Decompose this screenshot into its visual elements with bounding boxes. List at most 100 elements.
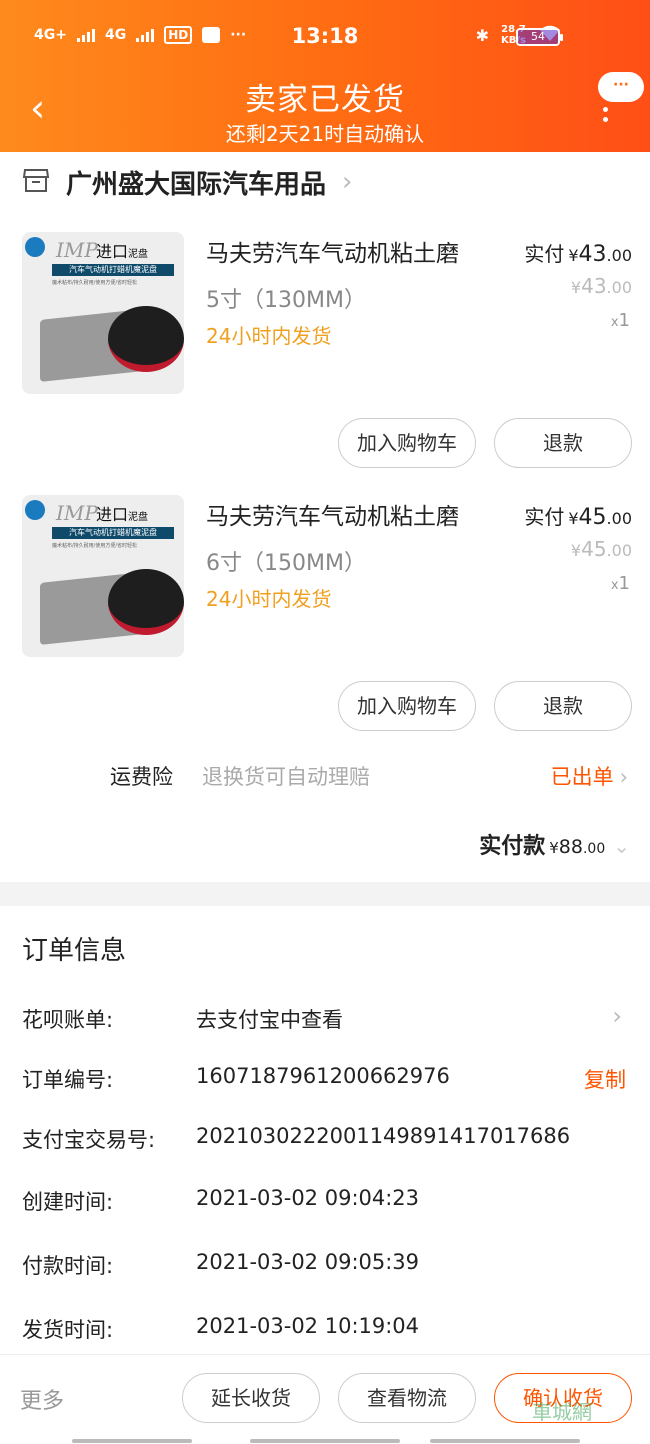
qty-value: 1 (618, 310, 630, 331)
nav-gesture-bar (250, 1439, 400, 1443)
copy-button[interactable]: 复制 (584, 1064, 626, 1094)
add-to-cart-button[interactable]: 加入购物车 (338, 681, 476, 731)
original-price: ¥43.00 (571, 274, 632, 298)
row-label: 支付宝交易号: (22, 1128, 156, 1152)
shop-name: 广州盛大国际汽车用品 (66, 169, 327, 200)
huabei-bill-row[interactable]: 花呗账单: 去支付宝中查看 › (22, 1002, 630, 1044)
qty-x: x (610, 315, 619, 330)
quantity: x1 (611, 573, 630, 594)
view-logistics-button[interactable]: 查看物流 (338, 1373, 476, 1423)
thumb-fine: 魔术粘布/持久耐用/使用方便/省时轻松 (52, 280, 138, 286)
order-item[interactable]: IMP 进口泥盘 汽车气动机打蜡机魔泥盘 魔术粘布/持久耐用/使用方便/省时轻松… (0, 495, 650, 755)
header: 4G+ 4G HD ··· 13:18 ✱ 28.7 KB/s 54 ‹ 卖家已… (0, 0, 650, 152)
thumb-imp: IMP (56, 501, 98, 525)
shop-header[interactable]: 广州盛大国际汽车用品 › (22, 162, 352, 202)
qty-x: x (610, 578, 619, 593)
thumb-import-text: 进口 (96, 505, 129, 524)
qty-value: 1 (618, 573, 630, 594)
watermark: 車城網 (532, 1400, 592, 1424)
insurance-desc: 退换货可自动理赔 (202, 765, 370, 789)
vertical-dots-icon[interactable] (603, 104, 611, 128)
row-label: 订单编号: (22, 1068, 114, 1092)
orig-int: 45 (581, 537, 607, 561)
shipping-insurance-row[interactable]: 运费险 退换货可自动理赔 已出单 › (0, 757, 650, 797)
paid-price: 实付 ¥45.00 (524, 501, 632, 530)
orig-dec: .00 (606, 541, 632, 560)
refund-button[interactable]: 退款 (494, 681, 632, 731)
created-time-row: 创建时间: 2021-03-02 09:04:23 (22, 1186, 630, 1226)
paid-label: 实付 (524, 505, 565, 529)
thumb-import-text: 进口 (96, 242, 129, 261)
insurance-status: 已出单 › (551, 761, 628, 791)
paid-int: 45 (578, 505, 607, 530)
status-bar: 4G+ 4G HD ··· 13:18 ✱ 28.7 KB/s 54 (0, 0, 650, 76)
thumb-imp: IMP (56, 238, 98, 262)
row-label: 创建时间: (22, 1190, 114, 1214)
brand-logo-icon (25, 237, 45, 257)
thumb-band: 汽车气动机打蜡机魔泥盘 (52, 264, 174, 276)
nav-gesture-bar (72, 1439, 192, 1443)
paid-int: 43 (578, 242, 607, 267)
currency: ¥ (568, 509, 579, 528)
product-thumbnail[interactable]: IMP 进口泥盘 汽车气动机打蜡机魔泥盘 魔术粘布/持久耐用/使用方便/省时轻松 (22, 232, 184, 394)
more-actions-button[interactable]: 更多 (20, 1383, 64, 1415)
currency: ¥ (549, 839, 559, 857)
order-item[interactable]: IMP 进口泥盘 汽车气动机打蜡机魔泥盘 魔术粘布/持久耐用/使用方便/省时轻松… (0, 232, 650, 492)
row-label: 发货时间: (22, 1318, 114, 1342)
shipping-promise: 24小时内发货 (206, 587, 332, 611)
order-number-row: 订单编号: 1607187961200662976 复制 (22, 1064, 630, 1104)
product-name[interactable]: 马夫劳汽车气动机粘土磨 (206, 497, 459, 531)
order-card: 广州盛大国际汽车用品 › IMP 进口泥盘 汽车气动机打蜡机魔泥盘 魔术粘布/持… (0, 152, 650, 882)
thumb-import-sub: 泥盘 (128, 512, 149, 523)
battery-level: 54 (531, 30, 545, 43)
paid-time-row: 付款时间: 2021-03-02 09:05:39 (22, 1250, 630, 1290)
currency: ¥ (570, 278, 582, 297)
chevron-right-icon: › (619, 765, 628, 789)
currency: ¥ (568, 246, 579, 265)
currency: ¥ (570, 541, 582, 560)
chevron-right-icon: › (342, 167, 353, 197)
total-dec: .00 (582, 841, 606, 857)
thumb-import-sub: 泥盘 (128, 249, 149, 260)
alipay-trade-row: 支付宝交易号: 2021030222001149891417017686 (22, 1124, 630, 1164)
product-spec: 5寸（130MM） (206, 288, 366, 313)
thumb-import: 进口泥盘 (96, 238, 148, 262)
page-title: 卖家已发货 (245, 82, 405, 118)
shipping-promise: 24小时内发货 (206, 324, 332, 348)
battery-icon: 54 (516, 28, 563, 46)
row-value: 去支付宝中查看 (196, 1008, 343, 1032)
chevron-right-icon: › (612, 1002, 622, 1030)
insurance-label: 运费险 (110, 765, 173, 789)
add-to-cart-button[interactable]: 加入购物车 (338, 418, 476, 468)
brand-logo-icon (25, 500, 45, 520)
total-paid[interactable]: 实付款 ¥88.00 ⌄ (479, 828, 630, 860)
store-icon (22, 167, 50, 197)
bluetooth-icon: ✱ (475, 25, 490, 45)
thumb-fine: 魔术粘布/持久耐用/使用方便/省时轻松 (52, 543, 138, 549)
paid-dec: .00 (606, 509, 632, 528)
more-menu-button[interactable]: ··· (598, 72, 644, 102)
nav-gesture-bar (430, 1439, 580, 1443)
auto-confirm-countdown: 还剩2天21时自动确认 (225, 122, 425, 146)
thumb-import: 进口泥盘 (96, 501, 148, 525)
total-int: 88 (558, 836, 583, 858)
original-price: ¥45.00 (571, 537, 632, 561)
clay-pad-image (108, 569, 184, 635)
total-label: 实付款 (479, 834, 546, 859)
orig-int: 43 (581, 274, 607, 298)
row-label: 付款时间: (22, 1254, 114, 1278)
row-value: 2021-03-02 09:04:23 (196, 1186, 420, 1210)
order-info-section: 订单信息 花呗账单: 去支付宝中查看 › 订单编号: 1607187961200… (0, 906, 650, 1354)
thumb-band: 汽车气动机打蜡机魔泥盘 (52, 527, 174, 539)
row-value: 2021-03-02 10:19:04 (196, 1314, 420, 1338)
refund-button[interactable]: 退款 (494, 418, 632, 468)
section-title: 订单信息 (22, 936, 127, 966)
extend-receipt-button[interactable]: 延长收货 (182, 1373, 320, 1423)
paid-price: 实付 ¥43.00 (524, 238, 632, 267)
chevron-down-icon: ⌄ (613, 834, 630, 858)
product-thumbnail[interactable]: IMP 进口泥盘 汽车气动机打蜡机魔泥盘 魔术粘布/持久耐用/使用方便/省时轻松 (22, 495, 184, 657)
row-value: 2021030222001149891417017686 (196, 1124, 571, 1148)
clay-pad-image (108, 306, 184, 372)
product-spec: 6寸（150MM） (206, 551, 366, 576)
product-name[interactable]: 马夫劳汽车气动机粘土磨 (206, 234, 459, 268)
